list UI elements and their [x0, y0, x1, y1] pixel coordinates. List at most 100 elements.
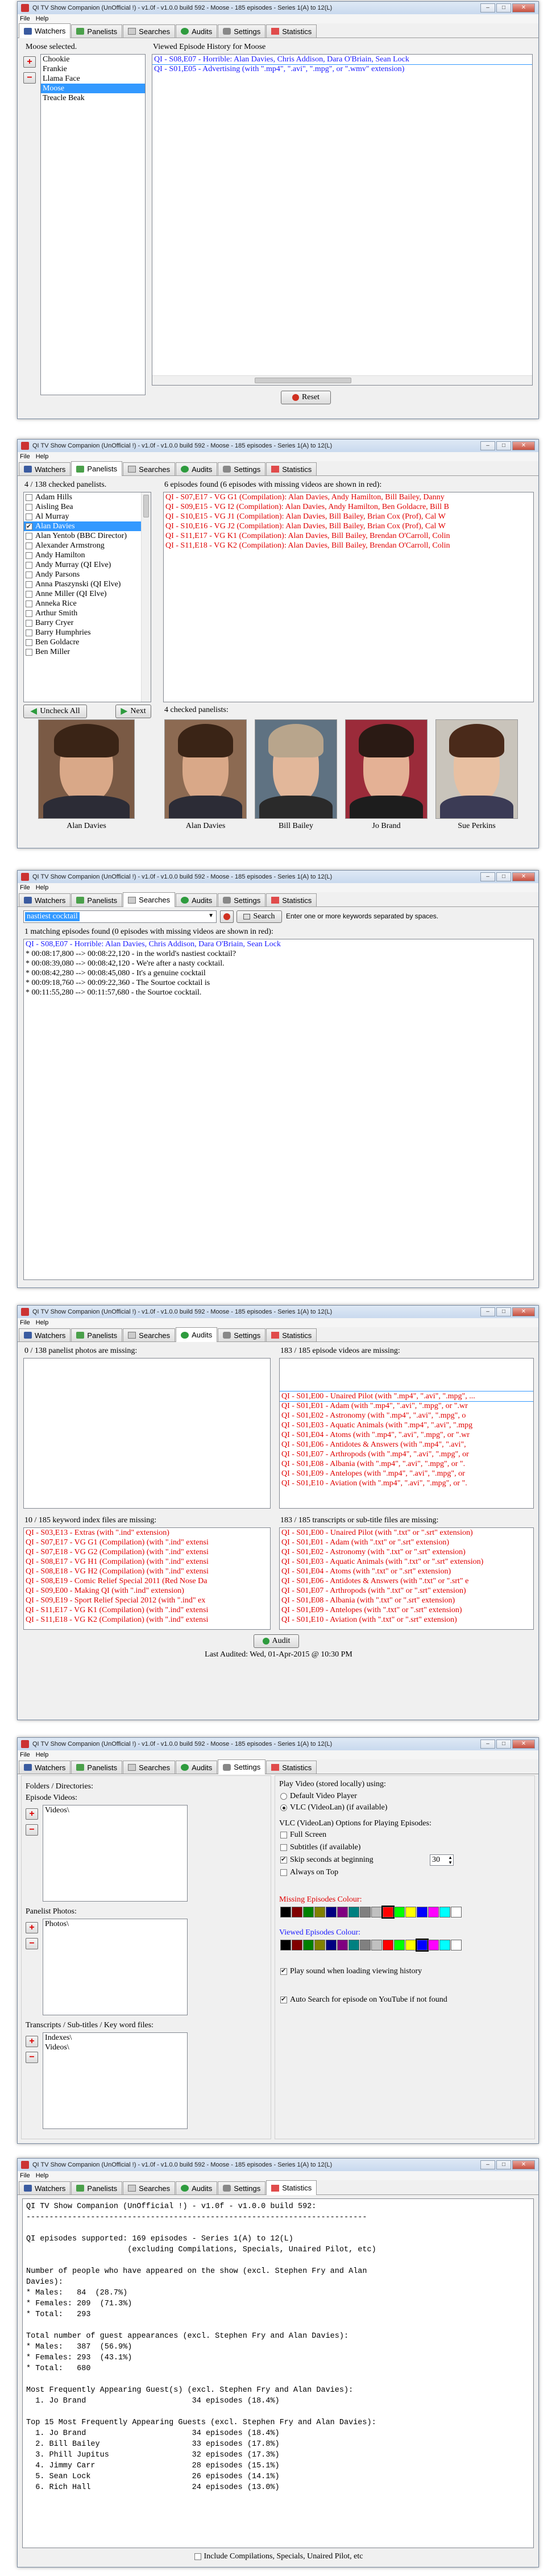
- vlc-option-fullscreen[interactable]: Full Screen: [280, 1830, 326, 1840]
- colour-swatch[interactable]: [292, 1907, 302, 1917]
- panelist-item[interactable]: Alan Yentob (BBC Director): [24, 531, 151, 541]
- minimize-button[interactable]: –: [480, 441, 495, 450]
- panelist-item[interactable]: Adam Hills: [24, 492, 151, 502]
- menu-file[interactable]: File: [20, 2172, 30, 2179]
- panelist-episode-list[interactable]: QI - S07,E17 - VG G1 (Compilation): Alan…: [163, 492, 534, 702]
- missing-keyword-item[interactable]: QI - S08,E19 - Comic Relief Special 2011…: [24, 1576, 270, 1586]
- colour-swatch[interactable]: [360, 1940, 371, 1950]
- menu-help[interactable]: Help: [36, 15, 49, 22]
- missing-transcript-item[interactable]: QI - S01,E04 - Atoms (with ".txt" or ".s…: [280, 1567, 533, 1576]
- tab-statistics[interactable]: Statistics: [266, 24, 317, 38]
- panelist-checkbox[interactable]: [26, 503, 32, 511]
- tab-statistics[interactable]: Statistics: [266, 2180, 317, 2195]
- menu-help[interactable]: Help: [36, 453, 49, 460]
- colour-swatch[interactable]: [314, 1940, 325, 1950]
- tab-searches[interactable]: Searches: [123, 2181, 176, 2194]
- panelist-checkbox[interactable]: [26, 552, 32, 559]
- panelist-checkbox[interactable]: [26, 542, 32, 549]
- missing-transcript-item[interactable]: QI - S01,E03 - Aquatic Animals (with ".t…: [280, 1557, 533, 1567]
- missing-video-item[interactable]: QI - S01,E03 - Aquatic Animals (with ".m…: [280, 1420, 533, 1430]
- clear-search-button[interactable]: [220, 910, 234, 923]
- viewed-colour-palette[interactable]: [280, 1939, 462, 1952]
- search-result-line[interactable]: * 00:08:39,080 --> 00:08:42,120 - We're …: [24, 959, 533, 968]
- missing-keyword-item[interactable]: QI - S11,E18 - VG K2 (Compilation) (with…: [24, 1615, 270, 1625]
- missing-keyword-item[interactable]: QI - S09,E00 - Making QI (with ".ind" ex…: [24, 1586, 270, 1596]
- title-bar[interactable]: QI TV Show Companion (UnOfficial !) - v1…: [18, 440, 538, 452]
- tab-audits[interactable]: Audits: [176, 1327, 218, 1342]
- player-option-vlc[interactable]: VLC (VideoLan) (if available): [280, 1803, 387, 1812]
- maximize-button[interactable]: □: [496, 872, 511, 881]
- close-button[interactable]: ✕: [512, 441, 535, 450]
- colour-swatch[interactable]: [439, 1940, 450, 1950]
- missing-video-item[interactable]: QI - S01,E07 - Arthropods (with ".mp4", …: [280, 1449, 533, 1459]
- close-button[interactable]: ✕: [512, 1307, 535, 1316]
- colour-swatch[interactable]: [428, 1907, 439, 1917]
- missing-video-item[interactable]: QI - S01,E09 - Antelopes (with ".mp4", "…: [280, 1469, 533, 1478]
- missing-transcript-item[interactable]: QI - S01,E07 - Arthropods (with ".txt" o…: [280, 1586, 533, 1596]
- colour-swatch[interactable]: [383, 1940, 393, 1950]
- tab-watchers[interactable]: Watchers: [19, 1761, 71, 1774]
- tab-watchers[interactable]: Watchers: [19, 23, 71, 38]
- statistics-text[interactable]: QI TV Show Companion (UnOfficial !) - v1…: [22, 2198, 534, 2548]
- colour-swatch[interactable]: [360, 1907, 371, 1917]
- history-item[interactable]: QI - S01,E05 - Advertising (with ".mp4",…: [152, 64, 532, 74]
- missing-keyword-item[interactable]: QI - S08,E17 - VG H1 (Compilation) (with…: [24, 1557, 270, 1567]
- colour-swatch[interactable]: [303, 1940, 314, 1950]
- colour-swatch[interactable]: [280, 1907, 291, 1917]
- missing-keyword-item[interactable]: QI - S09,E19 - Sport Relief Special 2012…: [24, 1596, 270, 1605]
- panelist-checkbox[interactable]: [26, 522, 32, 532]
- missing-transcript-item[interactable]: QI - S01,E01 - Adam (with ".txt" or ".sr…: [280, 1538, 533, 1547]
- colour-swatch[interactable]: [326, 1907, 337, 1917]
- combo-chevron-down-icon[interactable]: ▼: [208, 913, 214, 919]
- tab-watchers[interactable]: Watchers: [19, 462, 71, 475]
- menu-help[interactable]: Help: [36, 2172, 49, 2179]
- tab-panelists[interactable]: Panelists: [71, 2181, 123, 2194]
- colour-swatch[interactable]: [337, 1907, 348, 1917]
- minimize-button[interactable]: –: [480, 1307, 495, 1316]
- colour-swatch[interactable]: [416, 1939, 429, 1952]
- colour-swatch[interactable]: [326, 1940, 337, 1950]
- panelist-checkbox[interactable]: [26, 619, 32, 627]
- tab-statistics[interactable]: Statistics: [266, 893, 317, 906]
- folder-item[interactable]: Photos\: [43, 1919, 187, 1929]
- panelist-checkbox[interactable]: [26, 571, 32, 578]
- maximize-button[interactable]: □: [496, 441, 511, 450]
- vlc-option-always-on-top[interactable]: Always on Top: [280, 1868, 338, 1877]
- tab-watchers[interactable]: Watchers: [19, 1328, 71, 1341]
- panelist-item[interactable]: Anneka Rice: [24, 599, 151, 608]
- maximize-button[interactable]: □: [496, 1740, 511, 1749]
- colour-swatch[interactable]: [381, 1906, 395, 1919]
- colour-swatch[interactable]: [348, 1907, 359, 1917]
- panelist-checklist[interactable]: Adam Hills Aisling Bea Al Murray Alan Da…: [23, 492, 151, 702]
- panelist-checkbox[interactable]: [26, 513, 32, 520]
- tab-audits[interactable]: Audits: [176, 1761, 218, 1774]
- minimize-button[interactable]: –: [480, 2160, 495, 2169]
- close-button[interactable]: ✕: [512, 1740, 535, 1749]
- tab-searches[interactable]: Searches: [123, 462, 176, 475]
- tab-settings[interactable]: Settings: [218, 24, 266, 38]
- missing-keyword-item[interactable]: QI - S07,E18 - VG G2 (Compilation) (with…: [24, 1547, 270, 1557]
- remove-video-folder-button[interactable]: −: [26, 1824, 38, 1836]
- remove-transcript-folder-button[interactable]: −: [26, 2052, 38, 2063]
- vlc-option-subtitles[interactable]: Subtitles (if available): [280, 1843, 360, 1852]
- play-sound-option[interactable]: Play sound when loading viewing history: [280, 1967, 422, 1976]
- menu-file[interactable]: File: [20, 1751, 30, 1758]
- missing-video-item[interactable]: QI - S01,E00 - Unaired Pilot (with ".mp4…: [280, 1391, 533, 1402]
- tab-panelists[interactable]: Panelists: [71, 461, 123, 476]
- colour-swatch[interactable]: [451, 1907, 462, 1917]
- add-watcher-button[interactable]: +: [23, 56, 36, 68]
- search-result-line[interactable]: * 00:08:17,800 --> 00:08:22,120 - in the…: [24, 949, 533, 959]
- maximize-button[interactable]: □: [496, 2160, 511, 2169]
- colour-swatch[interactable]: [394, 1940, 405, 1950]
- title-bar[interactable]: QI TV Show Companion (UnOfficial !) - v1…: [18, 871, 538, 883]
- search-result-line[interactable]: * 00:09:18,760 --> 00:09:22,360 - The So…: [24, 978, 533, 988]
- missing-keyword-item[interactable]: QI - S08,E18 - VG H2 (Compilation) (with…: [24, 1567, 270, 1576]
- missing-keyword-item[interactable]: QI - S11,E17 - VG K1 (Compilation) (with…: [24, 1605, 270, 1615]
- include-checkbox[interactable]: [194, 2553, 201, 2560]
- missing-colour-palette[interactable]: [280, 1906, 462, 1919]
- panelist-item[interactable]: Andy Parsons: [24, 570, 151, 579]
- watcher-list[interactable]: Chookie Frankie Llama Face Moose Treacle…: [40, 54, 146, 395]
- tab-searches[interactable]: Searches: [123, 892, 176, 907]
- tab-audits[interactable]: Audits: [176, 893, 218, 906]
- add-transcript-folder-button[interactable]: +: [26, 2036, 38, 2047]
